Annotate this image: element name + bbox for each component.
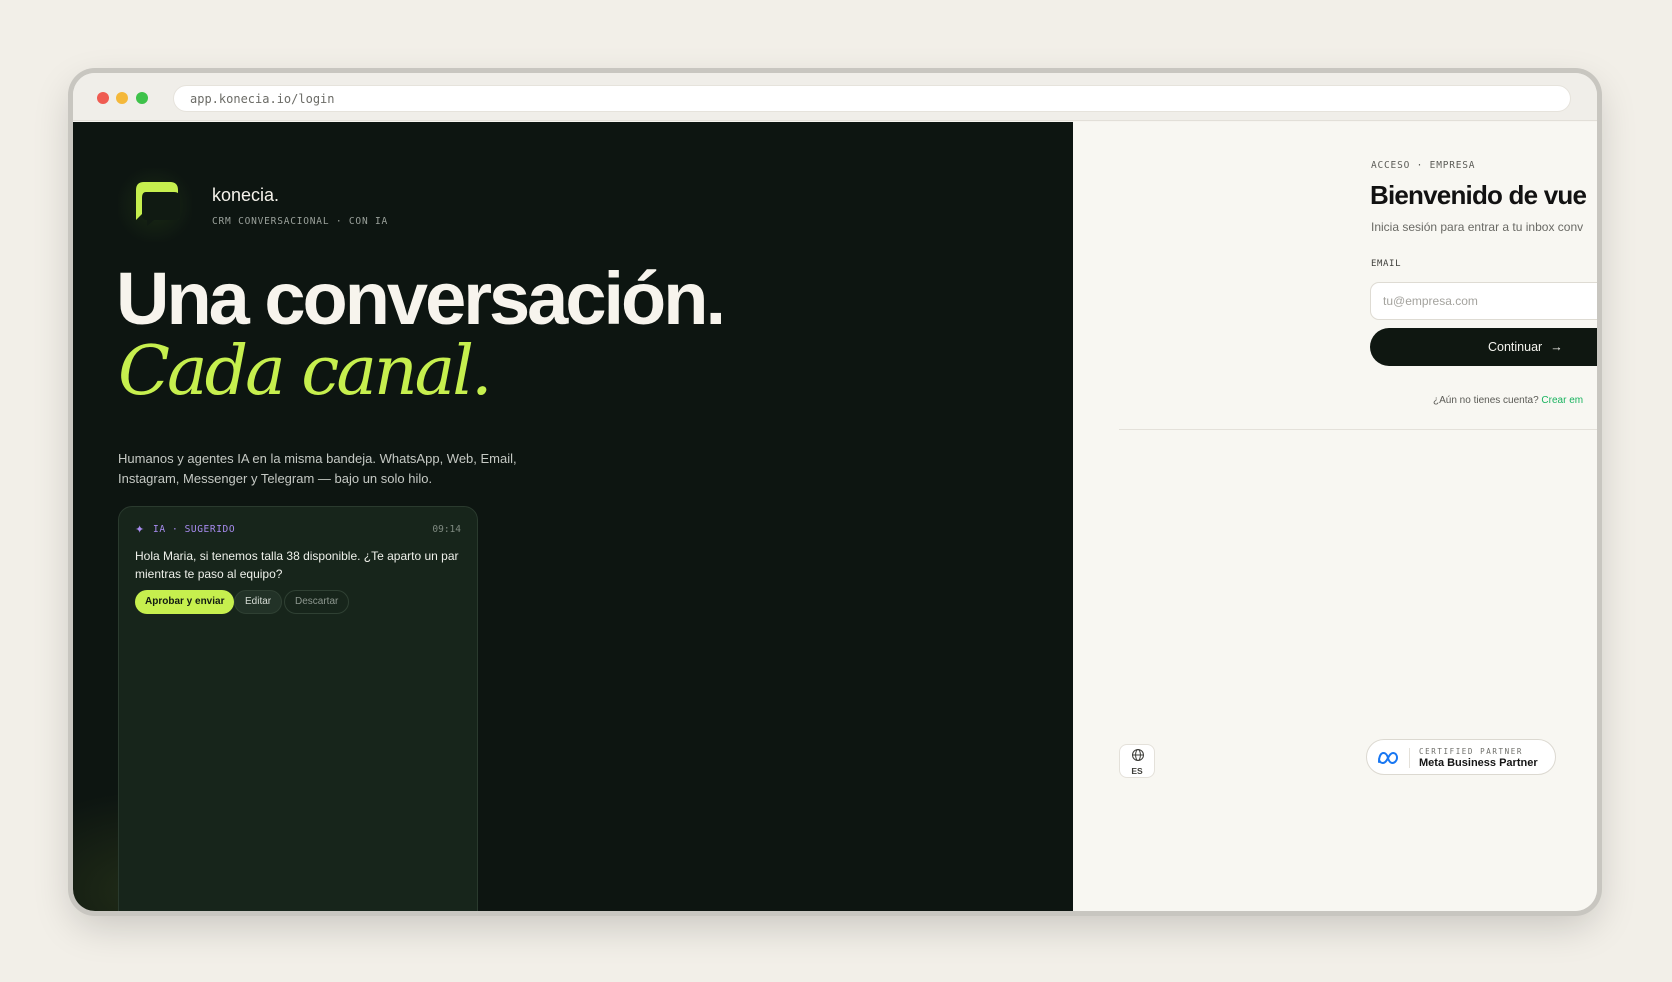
continue-button[interactable]: Continuar → bbox=[1370, 328, 1597, 366]
hero-panel: konecia. CRM CONVERSACIONAL · CON IA Una… bbox=[73, 122, 1073, 911]
hero-headline-accent: Cada canal. bbox=[118, 332, 493, 411]
meta-partner-badge: CERTIFIED PARTNER Meta Business Partner bbox=[1366, 739, 1556, 775]
partner-title: Meta Business Partner bbox=[1419, 757, 1538, 769]
login-eyebrow: ACCESO · EMPRESA bbox=[1371, 160, 1476, 171]
login-subtitle: Inicia sesión para entrar a tu inbox con… bbox=[1371, 220, 1584, 234]
section-divider bbox=[1119, 429, 1597, 430]
hero-headline: Una conversación. bbox=[116, 257, 726, 340]
chat-bubble-logo-icon bbox=[136, 182, 180, 226]
hero-description: Humanos y agentes IA en la misma bandeja… bbox=[118, 451, 517, 486]
ai-suggestion-card: ✦ IA · SUGERIDO 09:14 Hola Maria, si ten… bbox=[118, 506, 478, 911]
badge-separator bbox=[1409, 748, 1410, 768]
address-bar[interactable]: app.konecia.io/login bbox=[173, 85, 1571, 112]
minimize-window-button[interactable] bbox=[116, 92, 128, 104]
globe-icon bbox=[1132, 749, 1144, 761]
signup-prompt-text: ¿Aún no tienes cuenta? bbox=[1433, 395, 1539, 406]
language-code: ES bbox=[1131, 766, 1143, 776]
email-label: EMAIL bbox=[1371, 259, 1402, 269]
approve-and-send-button[interactable]: Aprobar y enviar bbox=[135, 590, 235, 614]
discard-button[interactable]: Descartar bbox=[284, 590, 350, 614]
continue-button-label: Continuar bbox=[1488, 340, 1543, 354]
arrow-right-icon: → bbox=[1550, 340, 1563, 354]
signup-prompt: ¿Aún no tienes cuenta? Crear em bbox=[1433, 395, 1583, 406]
close-window-button[interactable] bbox=[97, 92, 109, 104]
partner-eyebrow: CERTIFIED PARTNER bbox=[1419, 747, 1523, 756]
card-header: ✦ IA · SUGERIDO 09:14 bbox=[135, 523, 461, 537]
sparkle-icon: ✦ bbox=[135, 524, 145, 536]
signup-link[interactable]: Crear em bbox=[1541, 395, 1583, 406]
browser-titlebar: app.konecia.io/login bbox=[73, 73, 1597, 121]
language-selector[interactable]: ES bbox=[1119, 744, 1155, 778]
login-panel: ACCESO · EMPRESA Bienvenido de vue Inici… bbox=[1073, 122, 1597, 911]
card-label: IA · SUGERIDO bbox=[153, 524, 236, 535]
login-title: Bienvenido de vue bbox=[1370, 180, 1587, 210]
brand-logo bbox=[118, 168, 192, 242]
brand-tagline: CRM CONVERSACIONAL · CON IA bbox=[212, 216, 389, 227]
suggested-message: Hola Maria, si tenemos talla 38 disponib… bbox=[135, 549, 459, 581]
meta-logo-icon bbox=[1378, 751, 1399, 765]
browser-window: app.konecia.io/login konecia. CRM CONVER… bbox=[73, 73, 1597, 911]
brand-name: konecia. bbox=[212, 185, 280, 205]
card-timestamp: 09:14 bbox=[432, 524, 461, 535]
email-input[interactable] bbox=[1370, 282, 1597, 320]
maximize-window-button[interactable] bbox=[136, 92, 148, 104]
edit-button[interactable]: Editar bbox=[234, 590, 283, 614]
